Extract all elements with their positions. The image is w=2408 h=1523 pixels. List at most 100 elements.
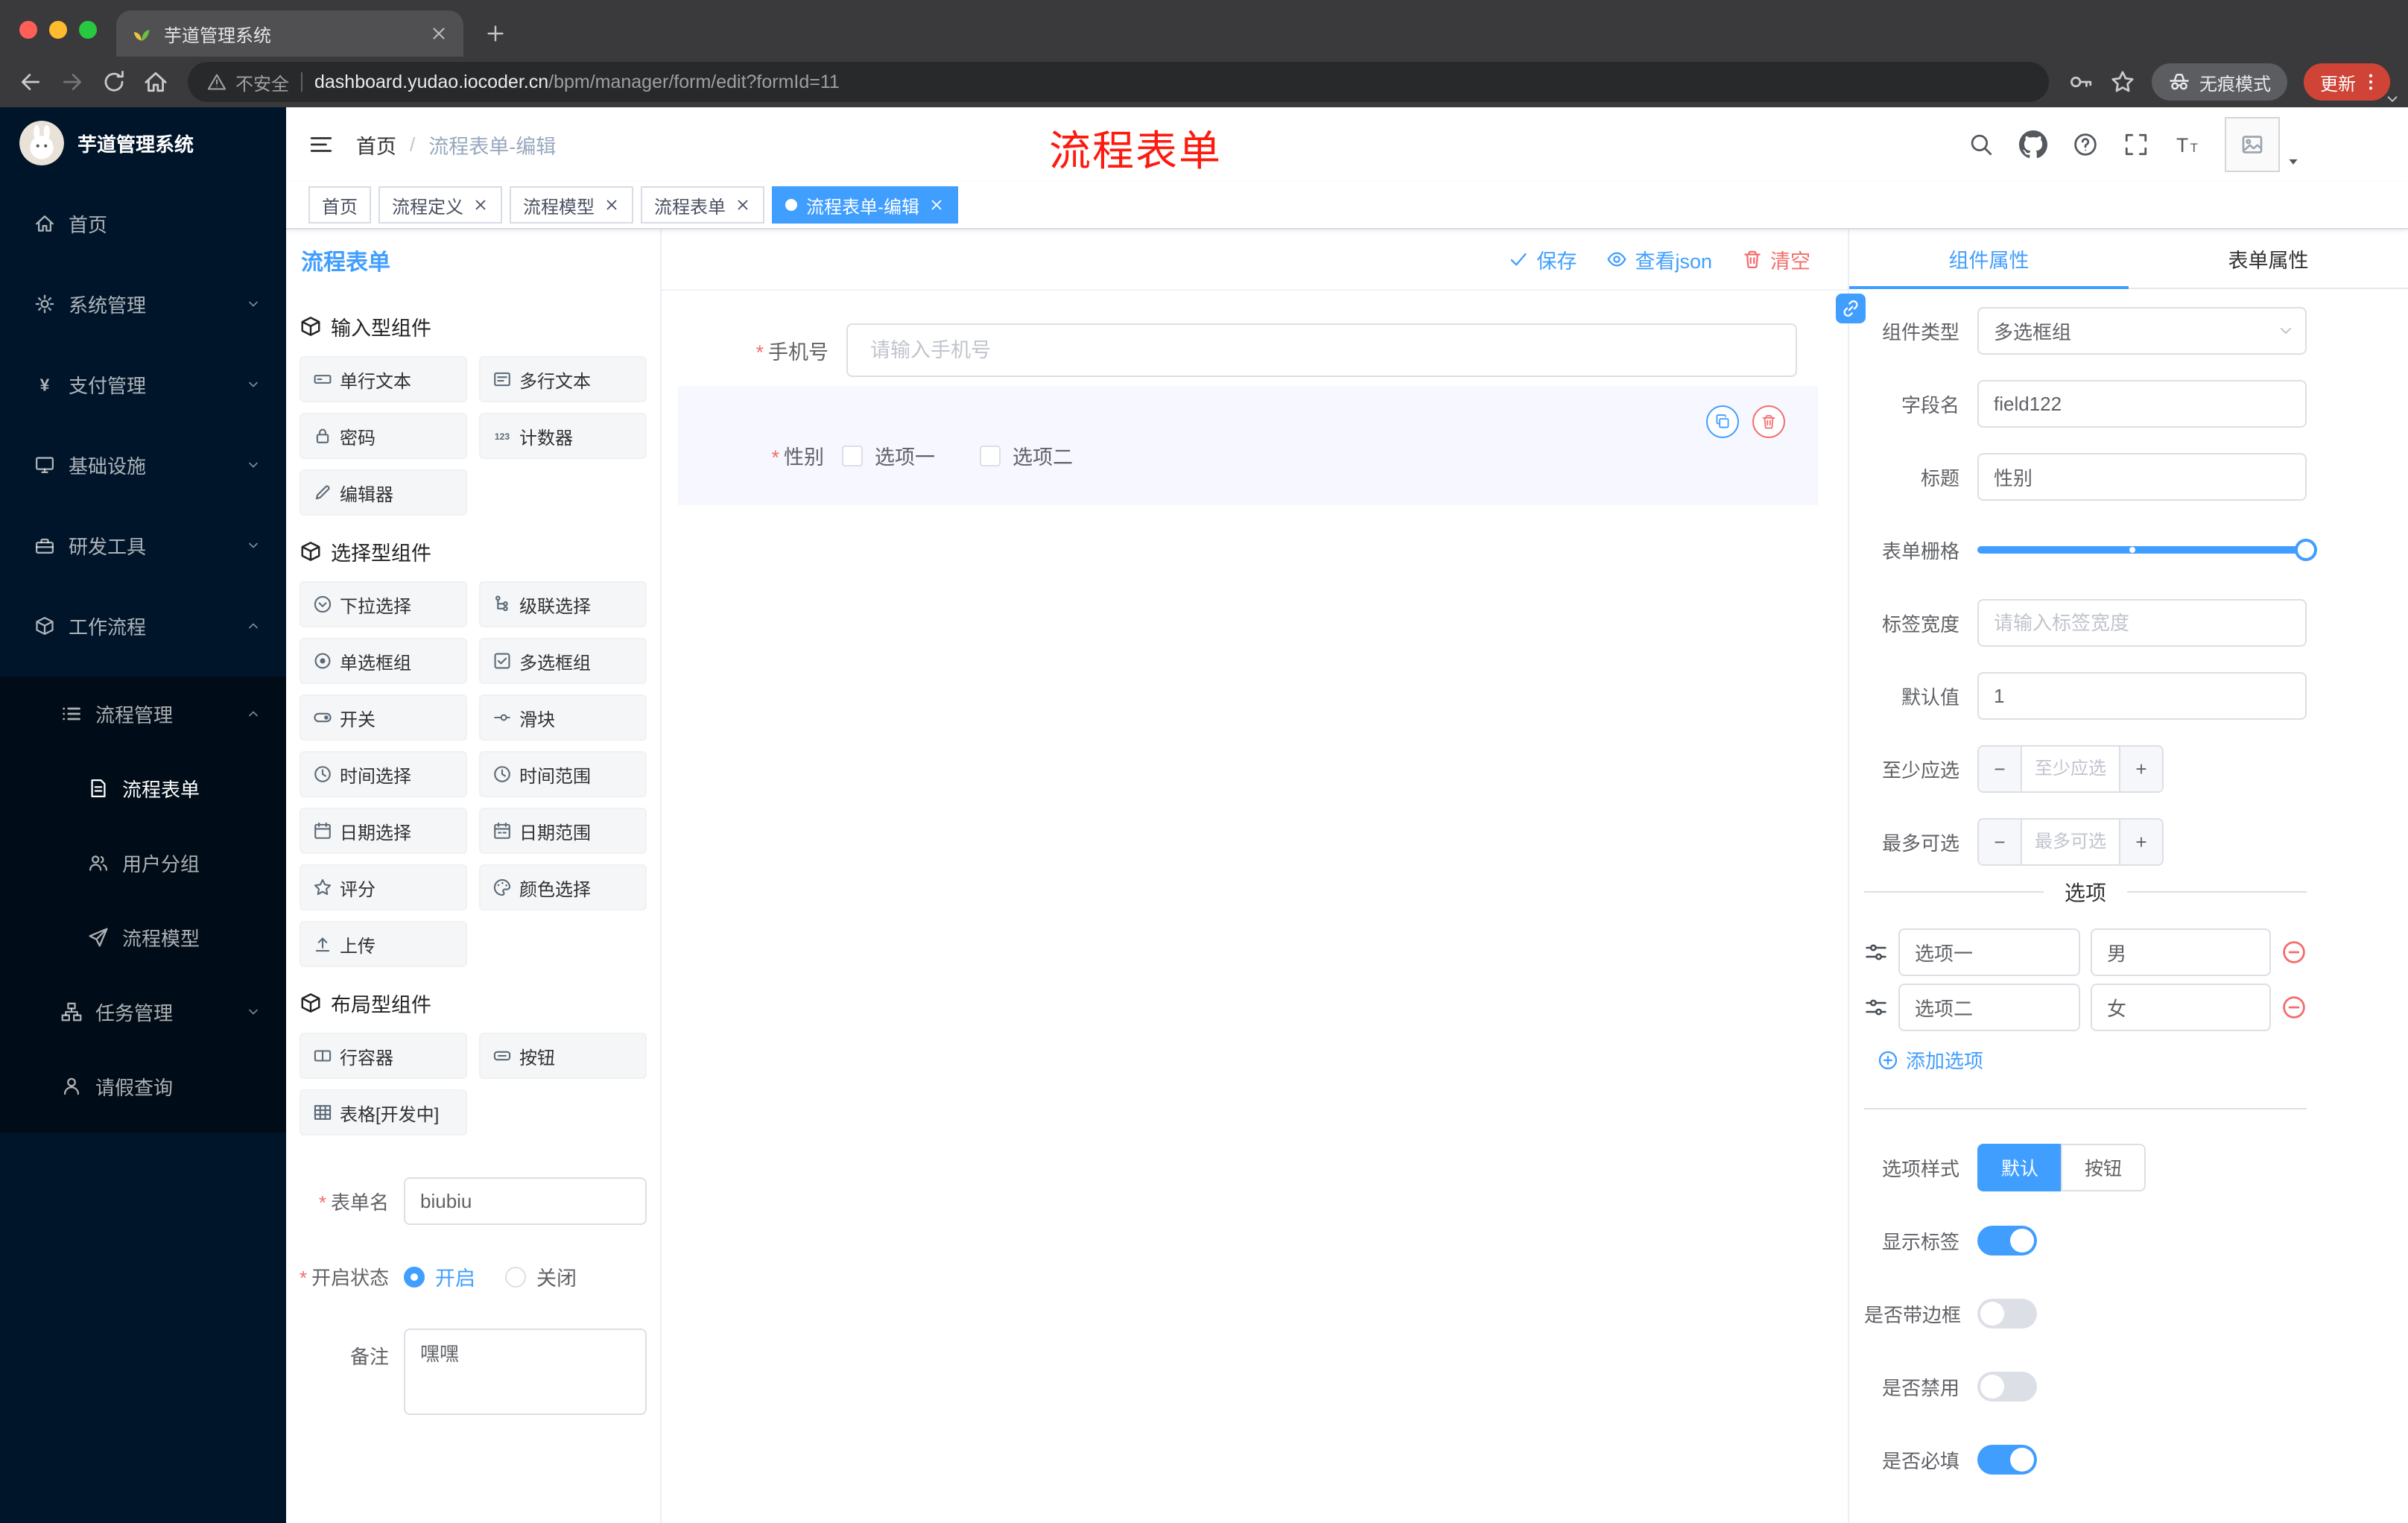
sidebar-item-payment-mgmt[interactable]: ¥ 支付管理 xyxy=(0,355,286,414)
tag-2[interactable]: 流程模型 xyxy=(510,186,633,224)
tab-close-icon[interactable] xyxy=(429,24,449,43)
selected-component-gender[interactable]: 性别 选项一 选项二 xyxy=(678,386,1818,505)
form-canvas[interactable]: 手机号 性别 选项一 选项二 xyxy=(662,291,1848,1523)
component-chip-pencil[interactable]: 编辑器 xyxy=(300,469,467,516)
component-chip-textarea[interactable]: 多行文本 xyxy=(479,356,647,402)
sidebar-item-process-mgmt[interactable]: 流程管理 xyxy=(0,684,286,744)
copy-component-button[interactable] xyxy=(1706,405,1739,438)
browser-tab[interactable]: 芋道管理系统 xyxy=(116,10,463,57)
breadcrumb-home[interactable]: 首页 xyxy=(356,130,396,159)
sidebar-item-user-group[interactable]: 用户分组 xyxy=(0,833,286,893)
component-chip-button[interactable]: 按钮 xyxy=(479,1033,647,1079)
github-icon[interactable] xyxy=(2019,130,2047,159)
component-chip-star[interactable]: 评分 xyxy=(300,864,467,911)
sidebar-item-process-model[interactable]: 流程模型 xyxy=(0,908,286,967)
component-chip-upload[interactable]: 上传 xyxy=(300,921,467,967)
window-close-button[interactable] xyxy=(19,21,37,39)
stepper-decrease-button[interactable]: − xyxy=(1979,747,2022,791)
phone-field[interactable]: 手机号 xyxy=(682,323,1797,377)
component-chip-clock[interactable]: 时间选择 xyxy=(300,751,467,797)
window-minimize-button[interactable] xyxy=(49,21,67,39)
status-radio-off[interactable]: 关闭 xyxy=(505,1262,577,1291)
stepper-increase-button[interactable]: + xyxy=(2119,820,2162,864)
drag-handle-icon[interactable] xyxy=(1864,995,1888,1019)
sidebar-collapse-button[interactable] xyxy=(308,132,334,157)
option-name-input[interactable] xyxy=(1898,984,2080,1031)
component-chip-lock[interactable]: 密码 xyxy=(300,413,467,459)
component-chip-input[interactable]: 单行文本 xyxy=(300,356,467,402)
sidebar-item-dev-tools[interactable]: 研发工具 xyxy=(0,516,286,575)
clear-button[interactable]: 清空 xyxy=(1742,245,1810,274)
component-chip-clock-range[interactable]: 时间范围 xyxy=(479,751,647,797)
remark-textarea[interactable]: 嘿嘿 xyxy=(404,1329,647,1415)
max-select-input[interactable] xyxy=(2022,820,2119,864)
tag-close-icon[interactable] xyxy=(928,197,945,213)
toggle-disabled[interactable] xyxy=(1977,1372,2037,1402)
browser-menu-icon[interactable] xyxy=(2360,72,2381,92)
option-style-default-button[interactable]: 默认 xyxy=(1977,1144,2062,1191)
remove-option-icon[interactable] xyxy=(2281,940,2307,965)
component-chip-row[interactable]: 行容器 xyxy=(300,1033,467,1079)
default-value-input[interactable] xyxy=(1977,672,2307,720)
toggle-show-label[interactable] xyxy=(1977,1226,2037,1256)
form-name-input[interactable] xyxy=(404,1177,647,1225)
toggle-required[interactable] xyxy=(1977,1445,2037,1475)
bookmark-icon[interactable] xyxy=(2110,69,2135,95)
save-button[interactable]: 保存 xyxy=(1508,245,1577,274)
tab-component-props[interactable]: 组件属性 xyxy=(1849,229,2129,289)
component-chip-select[interactable]: 下拉选择 xyxy=(300,581,467,627)
component-type-select[interactable]: 多选框组 xyxy=(1977,307,2307,355)
min-select-input[interactable] xyxy=(2022,747,2119,791)
sidebar-item-infrastructure[interactable]: 基础设施 xyxy=(0,435,286,495)
sidebar-item-system-mgmt[interactable]: 系统管理 xyxy=(0,274,286,334)
option-style-button-button[interactable]: 按钮 xyxy=(2061,1144,2146,1191)
gender-option-2-checkbox[interactable]: 选项二 xyxy=(980,441,1073,470)
forward-button[interactable] xyxy=(60,69,85,95)
app-logo[interactable]: 芋道管理系统 xyxy=(0,107,286,179)
slider-track[interactable] xyxy=(1977,539,2317,561)
phone-input[interactable] xyxy=(846,323,1797,377)
drag-handle-icon[interactable] xyxy=(1864,940,1888,964)
tag-1[interactable]: 流程定义 xyxy=(378,186,502,224)
status-radio-on[interactable]: 开启 xyxy=(404,1262,475,1291)
font-size-icon[interactable]: TT xyxy=(2174,132,2199,157)
tag-close-icon[interactable] xyxy=(603,197,620,213)
tag-4[interactable]: 流程表单-编辑 xyxy=(772,186,958,224)
sidebar-item-task-mgmt[interactable]: 任务管理 xyxy=(0,982,286,1042)
component-chip-cascade[interactable]: 级联选择 xyxy=(479,581,647,627)
component-chip-switch[interactable]: 开关 xyxy=(300,694,467,741)
link-icon[interactable] xyxy=(1836,294,1866,323)
field-name-input[interactable] xyxy=(1977,380,2307,428)
stepper-increase-button[interactable]: + xyxy=(2119,747,2162,791)
component-chip-slider[interactable]: 滑块 xyxy=(479,694,647,741)
option-name-input[interactable] xyxy=(1898,928,2080,976)
sidebar-item-process-form[interactable]: 流程表单 xyxy=(0,759,286,818)
home-button[interactable] xyxy=(143,69,168,95)
component-chip-palette[interactable]: 颜色选择 xyxy=(479,864,647,911)
search-icon[interactable] xyxy=(1968,132,1994,157)
component-chip-calendar-range[interactable]: 日期范围 xyxy=(479,808,647,854)
help-icon[interactable] xyxy=(2073,132,2098,157)
toggle-with-border[interactable] xyxy=(1977,1299,2037,1329)
stepper-decrease-button[interactable]: − xyxy=(1979,820,2022,864)
component-chip-table[interactable]: 表格[开发中] xyxy=(300,1089,467,1136)
grid-slider[interactable] xyxy=(1977,526,2317,574)
toolbar-overflow-chevron-icon[interactable] xyxy=(2384,91,2401,107)
view-json-button[interactable]: 查看json xyxy=(1606,245,1712,274)
back-button[interactable] xyxy=(18,69,43,95)
option-value-input[interactable] xyxy=(2091,928,2271,976)
component-chip-counter[interactable]: 123 计数器 xyxy=(479,413,647,459)
slider-handle[interactable] xyxy=(2295,539,2317,561)
label-width-input[interactable] xyxy=(1977,599,2307,647)
delete-component-button[interactable] xyxy=(1752,405,1785,438)
update-button[interactable]: 更新 xyxy=(2304,63,2390,101)
tab-form-props[interactable]: 表单属性 xyxy=(2129,229,2408,288)
component-chip-checkbox[interactable]: 多选框组 xyxy=(479,638,647,684)
tag-3[interactable]: 流程表单 xyxy=(641,186,764,224)
component-chip-calendar[interactable]: 日期选择 xyxy=(300,808,467,854)
remove-option-icon[interactable] xyxy=(2281,995,2307,1020)
sidebar-item-home[interactable]: 首页 xyxy=(0,194,286,253)
sidebar-item-leave-query[interactable]: 请假查询 xyxy=(0,1057,286,1116)
tag-0[interactable]: 首页 xyxy=(308,186,371,224)
window-zoom-button[interactable] xyxy=(79,21,97,39)
